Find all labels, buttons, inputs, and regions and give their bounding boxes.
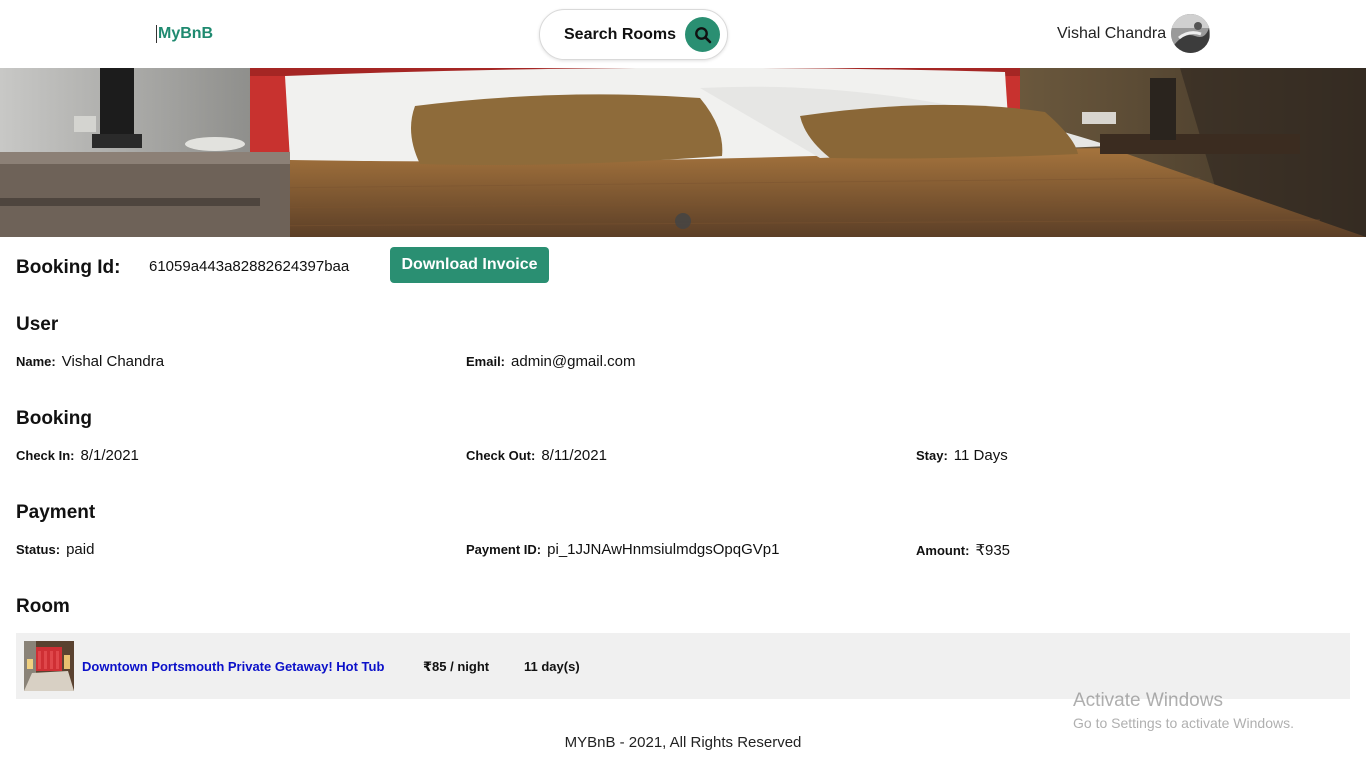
logo-link[interactable]: MyBnB [156,25,213,43]
user-avatar[interactable] [1171,14,1210,53]
amount-field: Amount: ₹935 [916,541,1010,559]
watermark-title: Activate Windows [1073,690,1223,711]
download-invoice-button[interactable]: Download Invoice [390,247,549,283]
check-in-value: 8/1/2021 [80,447,139,464]
email-value: admin@gmail.com [511,353,636,370]
email-label: Email: [466,354,506,369]
user-name[interactable]: Vishal Chandra [1057,25,1166,43]
watermark-subtitle: Go to Settings to activate Windows. [1073,715,1294,731]
search-rooms-button[interactable]: Search Rooms [539,9,728,60]
room-hero-image [0,68,1366,237]
carousel-indicator[interactable] [675,213,691,229]
payment-id-field: Payment ID: pi_1JJNAwHnmsiulmdgsOpqGVp1 [466,541,779,558]
search-icon-button[interactable] [685,17,720,52]
search-icon [694,26,711,43]
room-thumbnail [24,641,74,691]
stay-value: 11 Days [953,447,1008,464]
user-name-field: Name: Vishal Chandra [16,353,164,370]
name-value: Vishal Chandra [61,353,165,370]
windows-activation-watermark: Activate Windows Go to Settings to activ… [1073,690,1294,734]
payment-id-value: pi_1JJNAwHnmsiulmdgsOpqGVp1 [547,541,780,558]
check-in-field: Check In: 8/1/2021 [16,447,139,464]
top-navbar: MyBnB Search Rooms Vishal Chandra [0,0,1366,68]
stay-field: Stay: 11 Days [916,447,1008,464]
name-label: Name: [16,354,56,369]
room-thumbnail-image [24,641,74,691]
room-days: 11 day(s) [524,659,580,674]
footer-text: MYBnB - 2021, All Rights Reserved [564,734,802,751]
user-section-title: User [16,314,59,335]
booking-id-value: 61059a443a82882624397baa [149,258,350,275]
amount-value: ₹935 [975,542,1011,559]
booking-id-label: Booking Id: [16,257,121,278]
payment-status-field: Status: paid [16,541,94,558]
check-out-label: Check Out: [466,448,536,463]
status-value: paid [66,541,95,558]
payment-id-label: Payment ID: [466,542,542,557]
check-out-value: 8/11/2021 [541,447,607,464]
room-section-title: Room [16,596,70,617]
booking-section-title: Booking [16,408,92,429]
room-name-link[interactable]: Downtown Portsmouth Private Getaway! Hot… [82,659,384,674]
search-label: Search Rooms [564,26,677,43]
amount-label: Amount: [916,543,970,558]
hero-bedroom-illustration [0,68,1366,237]
avatar-image [1171,14,1210,53]
check-out-field: Check Out: 8/11/2021 [466,447,607,464]
user-email-field: Email: admin@gmail.com [466,353,635,370]
status-label: Status: [16,542,61,557]
payment-section-title: Payment [16,502,96,523]
stay-label: Stay: [916,448,948,463]
room-price: ₹85 / night [423,659,490,674]
check-in-label: Check In: [16,448,75,463]
